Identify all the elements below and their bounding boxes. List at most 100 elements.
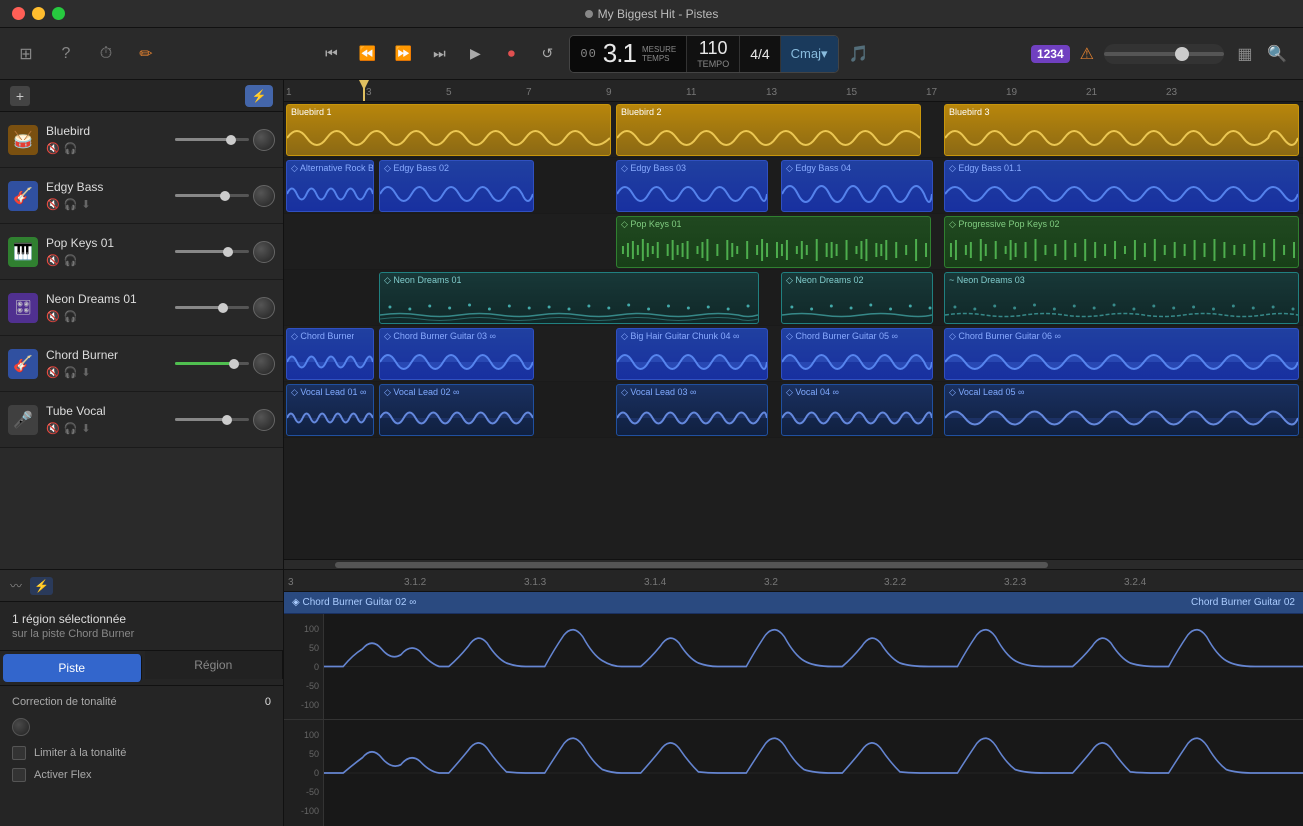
waveform-edit-icon[interactable]: 〰 (10, 577, 22, 594)
volume-slider-edgybass[interactable] (175, 194, 249, 197)
clip-guitar-4[interactable]: ◇ Chord Burner Guitar 05 ∞ (781, 328, 933, 380)
headphone-icon-neondreams[interactable]: 🎧 (64, 310, 78, 323)
clip-bass-4[interactable]: ◇ Edgy Bass 04 (781, 160, 933, 212)
clip-bluebird-3[interactable]: Bluebird 3 (944, 104, 1299, 156)
mute-icon-chordburner[interactable]: 🔇 (46, 366, 60, 379)
browser-icon[interactable]: 🔍 (1266, 43, 1288, 65)
clip-neon-3[interactable]: ~ Neon Dreams 03 (944, 272, 1299, 324)
clip-vocal-3[interactable]: ◇ Vocal Lead 03 ∞ (616, 384, 768, 436)
clip-neon-2[interactable]: ◇ Neon Dreams 02 (781, 272, 933, 324)
volume-slider-tubevocal[interactable] (175, 418, 249, 421)
mute-icon-tubevocal[interactable]: 🔇 (46, 422, 60, 435)
master-slider-thumb[interactable] (1175, 47, 1189, 61)
maximize-button[interactable] (52, 7, 65, 20)
close-button[interactable] (12, 7, 25, 20)
play-button[interactable]: ▶ (463, 42, 487, 66)
checkbox-limit[interactable] (12, 746, 26, 760)
minimize-button[interactable] (32, 7, 45, 20)
mute-icon-popkeys[interactable]: 🔇 (46, 254, 60, 267)
pan-knob-chordburner[interactable] (253, 353, 275, 375)
track-icon-bluebird: 🥁 (8, 125, 38, 155)
clip-bass-5[interactable]: ◇ Edgy Bass 01.1 (944, 160, 1299, 212)
display-key[interactable]: Cmaj ▾ (780, 36, 838, 72)
track-row-bluebird: Bluebird 1 Bluebird 2 Bluebird 3 (284, 102, 1303, 158)
tracks-area: Bluebird 1 Bluebird 2 Bluebird 3 (284, 102, 1303, 559)
record-button[interactable]: ⏺ (499, 42, 523, 66)
pencil-icon[interactable]: ✏ (135, 43, 157, 65)
mixer-icon[interactable]: ▦ (1234, 43, 1256, 65)
editor-clip-name-left: ◈ Chord Burner Guitar 02 ∞ (292, 597, 416, 608)
tab-piste[interactable]: Piste (3, 654, 142, 682)
volume-slider-popkeys[interactable] (175, 250, 249, 253)
fast-rewind-button[interactable]: ⏪ (355, 42, 379, 66)
clip-bluebird-1[interactable]: Bluebird 1 (286, 104, 611, 156)
editor-main: 3 3.1.2 3.1.3 3.1.4 3.2 3.2.2 3.2.3 3.2.… (284, 570, 1303, 826)
track-row-chordburner: ◇ Chord Burner ◇ Chord Burner Guitar 03 … (284, 326, 1303, 382)
track-item-chordburner: 🎸 Chord Burner 🔇 🎧 ⬇ (0, 336, 283, 392)
master-volume-slider[interactable] (1104, 44, 1224, 64)
clip-guitar-2[interactable]: ◇ Chord Burner Guitar 03 ∞ (379, 328, 534, 380)
help-icon[interactable]: ? (55, 43, 77, 65)
record-icon-tubevocal[interactable]: ⬇ (81, 422, 90, 435)
clip-vocal-2[interactable]: ◇ Vocal Lead 02 ∞ (379, 384, 534, 436)
mute-icon-edgybass[interactable]: 🔇 (46, 198, 60, 211)
clip-bass-3[interactable]: ◇ Edgy Bass 03 (616, 160, 768, 212)
volume-slider-neondreams[interactable] (175, 306, 249, 309)
clip-guitar-3[interactable]: ◇ Big Hair Guitar Chunk 04 ∞ (616, 328, 768, 380)
volume-slider-bluebird[interactable] (175, 138, 249, 141)
clip-vocal-4[interactable]: ◇ Vocal 04 ∞ (781, 384, 933, 436)
clip-vocal-5[interactable]: ◇ Vocal Lead 05 ∞ (944, 384, 1299, 436)
pan-knob-neondreams[interactable] (253, 297, 275, 319)
window-title: My Biggest Hit - Pistes (585, 7, 719, 21)
pan-knob-edgybass[interactable] (253, 185, 275, 207)
ruler-tick-11: 11 (686, 87, 696, 98)
headphone-icon-chordburner[interactable]: 🎧 (64, 366, 78, 379)
headphone-icon-tubevocal[interactable]: 🎧 (64, 422, 78, 435)
pan-knob-bluebird[interactable] (253, 129, 275, 151)
pan-knob-tubevocal[interactable] (253, 409, 275, 431)
checkbox-flex[interactable] (12, 768, 26, 782)
track-row-edgybass: ◇ Alternative Rock Bass 01 ◇ Edgy Bass 0… (284, 158, 1303, 214)
fast-forward-button[interactable]: ⏩ (391, 42, 415, 66)
tuning-fork-icon[interactable]: 🎵 (849, 44, 869, 64)
add-track-button[interactable]: + (10, 86, 30, 106)
loop-button[interactable]: ↺ (535, 42, 559, 66)
headphone-icon-popkeys[interactable]: 🎧 (64, 254, 78, 267)
volume-slider-chordburner[interactable] (175, 362, 249, 365)
clip-bass-2[interactable]: ◇ Edgy Bass 02 (379, 160, 534, 212)
clip-keys-1[interactable]: ◇ Pop Keys 01 (616, 216, 931, 268)
correction-knob[interactable] (12, 718, 30, 736)
mute-icon-neondreams[interactable]: 🔇 (46, 310, 60, 323)
waveform-display: 100 50 0 -50 -100 100 50 0 -50 -100 (284, 614, 1303, 826)
headphone-icon-bluebird[interactable]: 🎧 (64, 142, 78, 155)
headphone-icon-edgybass[interactable]: 🎧 (64, 198, 78, 211)
traffic-lights[interactable] (12, 7, 65, 20)
media-library-icon[interactable]: ⊞ (15, 43, 37, 65)
pan-knob-popkeys[interactable] (253, 241, 275, 263)
clip-bluebird-2[interactable]: Bluebird 2 (616, 104, 921, 156)
mute-icon-bluebird[interactable]: 🔇 (46, 142, 60, 155)
warning-icon[interactable]: ⚠ (1080, 44, 1094, 64)
timesig-value: 4/4 (750, 46, 769, 62)
clip-bass-1[interactable]: ◇ Alternative Rock Bass 01 (286, 160, 374, 212)
clip-vocal-1[interactable]: ◇ Vocal Lead 01 ∞ (286, 384, 374, 436)
clip-guitar-5[interactable]: ◇ Chord Burner Guitar 06 ∞ (944, 328, 1299, 380)
tab-region[interactable]: Région (145, 651, 284, 679)
clip-keys-2[interactable]: ◇ Progressive Pop Keys 02 (944, 216, 1299, 268)
track-controls-chordburner: 🔇 🎧 ⬇ (46, 366, 167, 379)
arrange-scrollbar-thumb[interactable] (335, 562, 1048, 568)
rewind-button[interactable]: ⏮ (319, 42, 343, 66)
clip-neon-1[interactable]: ◇ Neon Dreams 01 (379, 272, 759, 324)
clip-guitar-1[interactable]: ◇ Chord Burner (286, 328, 374, 380)
smart-controls-icon[interactable]: ⚡ (30, 577, 53, 595)
arrange-scrollbar[interactable] (284, 559, 1303, 569)
titlebar: My Biggest Hit - Pistes (0, 0, 1303, 28)
record-icon-edgybass[interactable]: ⬇ (81, 198, 90, 211)
record-icon-chordburner[interactable]: ⬇ (81, 366, 90, 379)
user-badge[interactable]: 1234 (1031, 45, 1070, 63)
to-start-button[interactable]: ⏭ (427, 42, 451, 66)
temps-label: TEMPS (642, 54, 676, 63)
smart-controls-button[interactable]: ⚡ (245, 85, 273, 107)
track-controls-edgybass: 🔇 🎧 ⬇ (46, 198, 167, 211)
smarttempo-icon[interactable]: ⏱ (95, 43, 117, 65)
